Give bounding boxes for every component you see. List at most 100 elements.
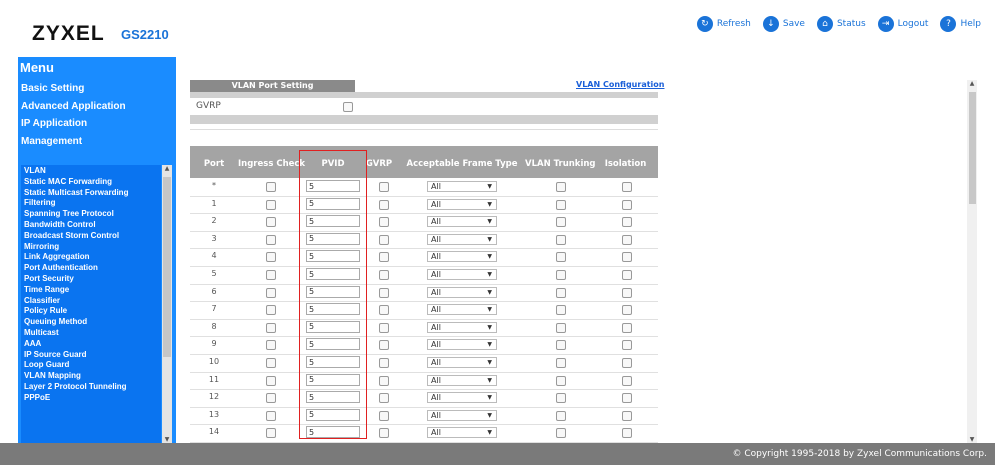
pvid-input[interactable] [306, 250, 360, 263]
gvrp-checkbox[interactable] [379, 270, 389, 280]
ingress-check-checkbox[interactable] [266, 428, 276, 439]
pvid-input[interactable] [306, 180, 360, 192]
vlan-trunking-checkbox[interactable] [556, 358, 566, 368]
scroll-down-icon[interactable]: ▼ [162, 436, 172, 443]
submenu-item-layer-2-protocol-tunneling[interactable]: Layer 2 Protocol Tunneling [21, 382, 161, 393]
vlan-trunking-checkbox[interactable] [556, 270, 566, 280]
pvid-input[interactable] [306, 373, 360, 386]
pvid-input[interactable] [306, 426, 360, 439]
acceptable-frame-type-select[interactable]: All ▼ [427, 233, 497, 245]
menu-item-management[interactable]: Management [21, 133, 171, 151]
gvrp-checkbox[interactable] [379, 252, 389, 263]
isolation-checkbox[interactable] [622, 428, 632, 439]
submenu-item-vlan[interactable]: VLAN [21, 166, 161, 177]
pvid-input[interactable] [306, 303, 360, 316]
status-button[interactable]: ⌂ Status [816, 16, 866, 32]
gvrp-checkbox[interactable] [379, 305, 389, 316]
submenu-item-static-mac-forwarding[interactable]: Static MAC Forwarding [21, 177, 161, 188]
help-button[interactable]: ? Help [940, 16, 981, 32]
vlan-trunking-checkbox[interactable] [556, 217, 566, 228]
scroll-down-icon[interactable]: ▼ [967, 436, 977, 443]
submenu-item-queuing-method[interactable]: Queuing Method [21, 317, 161, 328]
pvid-input[interactable] [306, 408, 360, 421]
refresh-button[interactable]: ↻ Refresh [696, 16, 751, 32]
pvid-input[interactable] [306, 285, 360, 298]
submenu-item-multicast[interactable]: Multicast [21, 328, 161, 339]
submenu-item-mirroring[interactable]: Mirroring [21, 242, 161, 253]
submenu-item-bandwidth-control[interactable]: Bandwidth Control [21, 220, 161, 231]
submenu-scroll-thumb[interactable] [163, 177, 171, 357]
submenu-item-broadcast-storm-control[interactable]: Broadcast Storm Control [21, 231, 161, 242]
gvrp-checkbox[interactable] [379, 375, 389, 386]
pvid-input[interactable] [306, 338, 360, 351]
acceptable-frame-type-select[interactable]: All ▼ [427, 216, 497, 228]
gvrp-checkbox[interactable] [343, 102, 353, 112]
acceptable-frame-type-select[interactable]: All ▼ [427, 427, 497, 439]
gvrp-checkbox[interactable] [379, 428, 389, 439]
ingress-check-checkbox[interactable] [266, 270, 276, 280]
isolation-checkbox[interactable] [622, 182, 632, 192]
ingress-check-checkbox[interactable] [266, 358, 276, 368]
acceptable-frame-type-select[interactable]: All ▼ [427, 321, 497, 333]
ingress-check-checkbox[interactable] [266, 217, 276, 228]
submenu-item-port-security[interactable]: Port Security [21, 274, 161, 285]
gvrp-checkbox[interactable] [379, 322, 389, 333]
isolation-checkbox[interactable] [622, 358, 632, 368]
ingress-check-checkbox[interactable] [266, 199, 276, 210]
submenu-scrollbar[interactable]: ▲ ▼ [162, 165, 172, 443]
acceptable-frame-type-select[interactable]: All ▼ [427, 286, 497, 298]
acceptable-frame-type-select[interactable]: All ▼ [427, 339, 497, 351]
vlan-trunking-checkbox[interactable] [556, 287, 566, 298]
pvid-input[interactable] [306, 320, 360, 333]
gvrp-checkbox[interactable] [379, 234, 389, 245]
submenu-item-port-authentication[interactable]: Port Authentication [21, 263, 161, 274]
pvid-input[interactable] [306, 268, 360, 280]
ingress-check-checkbox[interactable] [266, 322, 276, 333]
acceptable-frame-type-select[interactable]: All ▼ [427, 374, 497, 386]
ingress-check-checkbox[interactable] [266, 375, 276, 386]
submenu-item-filtering[interactable]: Filtering [21, 198, 161, 209]
ingress-check-checkbox[interactable] [266, 340, 276, 351]
submenu-item-static-multicast-forwarding[interactable]: Static Multicast Forwarding [21, 188, 161, 199]
submenu-item-aaa[interactable]: AAA [21, 339, 161, 350]
isolation-checkbox[interactable] [622, 340, 632, 351]
submenu-item-loop-guard[interactable]: Loop Guard [21, 360, 161, 371]
vlan-trunking-checkbox[interactable] [556, 305, 566, 316]
ingress-check-checkbox[interactable] [266, 182, 276, 192]
submenu-item-pppoe[interactable]: PPPoE [21, 393, 161, 404]
ingress-check-checkbox[interactable] [266, 393, 276, 404]
vlan-configuration-link[interactable]: VLAN Configuration [576, 80, 664, 89]
vlan-trunking-checkbox[interactable] [556, 393, 566, 404]
isolation-checkbox[interactable] [622, 410, 632, 421]
acceptable-frame-type-select[interactable]: All ▼ [427, 357, 497, 368]
pvid-input[interactable] [306, 356, 360, 368]
scroll-up-icon[interactable]: ▲ [967, 80, 977, 87]
acceptable-frame-type-select[interactable]: All ▼ [427, 304, 497, 316]
menu-item-basic-setting[interactable]: Basic Setting [21, 80, 171, 98]
submenu-item-time-range[interactable]: Time Range [21, 285, 161, 296]
submenu-item-link-aggregation[interactable]: Link Aggregation [21, 252, 161, 263]
isolation-checkbox[interactable] [622, 393, 632, 404]
pvid-input[interactable] [306, 391, 360, 404]
submenu-item-ip-source-guard[interactable]: IP Source Guard [21, 350, 161, 361]
acceptable-frame-type-select[interactable]: All ▼ [427, 251, 497, 263]
vlan-trunking-checkbox[interactable] [556, 340, 566, 351]
gvrp-checkbox[interactable] [379, 358, 389, 368]
ingress-check-checkbox[interactable] [266, 234, 276, 245]
acceptable-frame-type-select[interactable]: All ▼ [427, 198, 497, 210]
acceptable-frame-type-select[interactable]: All ▼ [427, 269, 497, 280]
pvid-input[interactable] [306, 232, 360, 245]
submenu-item-policy-rule[interactable]: Policy Rule [21, 306, 161, 317]
gvrp-checkbox[interactable] [379, 199, 389, 210]
main-scrollbar[interactable]: ▲ ▼ [967, 80, 977, 443]
vlan-trunking-checkbox[interactable] [556, 322, 566, 333]
acceptable-frame-type-select[interactable]: All ▼ [427, 181, 497, 192]
ingress-check-checkbox[interactable] [266, 410, 276, 421]
isolation-checkbox[interactable] [622, 375, 632, 386]
vlan-trunking-checkbox[interactable] [556, 252, 566, 263]
pvid-input[interactable] [306, 197, 360, 210]
save-button[interactable]: ↓ Save [762, 16, 805, 32]
acceptable-frame-type-select[interactable]: All ▼ [427, 409, 497, 421]
menu-item-advanced-application[interactable]: Advanced Application [21, 98, 171, 116]
logout-button[interactable]: ⇥ Logout [877, 16, 928, 32]
